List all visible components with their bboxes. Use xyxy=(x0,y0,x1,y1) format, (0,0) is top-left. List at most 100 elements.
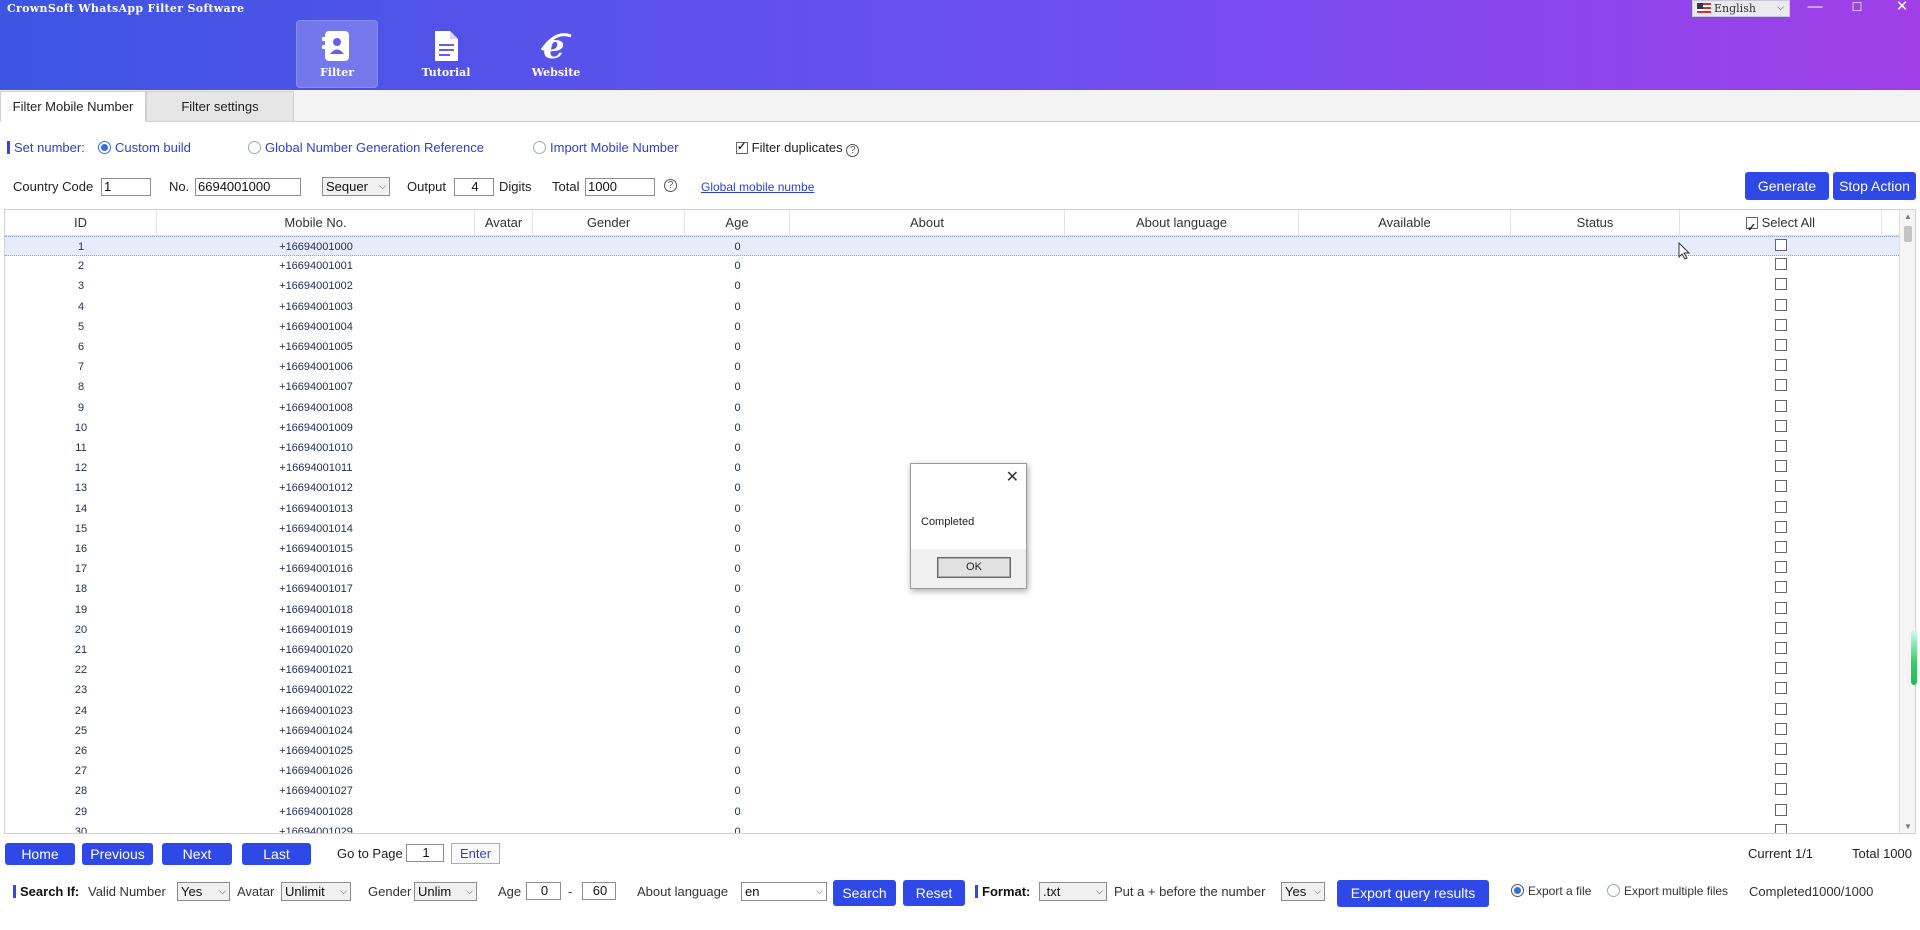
global-mobile-link[interactable]: Global mobile numbe xyxy=(701,180,814,194)
plus-prefix-select[interactable]: Yes ⌵ xyxy=(1281,882,1325,901)
row-checkbox[interactable] xyxy=(1775,239,1787,251)
row-checkbox[interactable] xyxy=(1775,621,1787,634)
table-row[interactable]: 20 +16694001019 0 xyxy=(5,620,1901,640)
export-file-radio[interactable]: Export a file xyxy=(1511,884,1591,898)
country-code-input[interactable]: 1 xyxy=(101,178,151,196)
export-multiple-radio[interactable]: Export multiple files xyxy=(1607,884,1728,898)
row-checkbox[interactable] xyxy=(1775,318,1787,331)
next-button[interactable]: Next xyxy=(162,843,232,865)
generate-button[interactable]: Generate xyxy=(1745,172,1829,200)
nav-tutorial-button[interactable]: Tutorial xyxy=(405,20,487,88)
format-select[interactable]: .txt ⌵ xyxy=(1039,882,1107,901)
table-row[interactable]: 21 +16694001020 0 xyxy=(5,640,1901,660)
col-status[interactable]: Status xyxy=(1511,210,1680,236)
col-select-all[interactable]: Select All xyxy=(1680,210,1882,241)
row-checkbox[interactable] xyxy=(1775,823,1787,833)
export-query-results-button[interactable]: Export query results xyxy=(1337,880,1489,907)
col-mobile[interactable]: Mobile No. xyxy=(157,210,475,236)
row-checkbox[interactable] xyxy=(1775,500,1787,513)
table-row[interactable]: 25 +16694001024 0 xyxy=(5,721,1901,741)
row-checkbox[interactable] xyxy=(1775,642,1787,654)
row-checkbox[interactable] xyxy=(1775,278,1787,291)
row-checkbox[interactable] xyxy=(1775,419,1787,432)
table-row[interactable]: 26 +16694001025 0 xyxy=(5,741,1901,761)
row-checkbox[interactable] xyxy=(1775,258,1787,271)
radio-global-reference[interactable]: Global Number Generation Reference xyxy=(248,140,484,155)
row-checkbox[interactable] xyxy=(1775,702,1787,715)
row-checkbox[interactable] xyxy=(1775,339,1787,351)
language-select[interactable]: English ⌵ xyxy=(1692,0,1790,17)
table-row[interactable]: 24 +16694001023 0 xyxy=(5,701,1901,721)
table-row[interactable]: 27 +16694001026 0 xyxy=(5,761,1901,781)
row-checkbox[interactable] xyxy=(1775,662,1787,675)
row-checkbox[interactable] xyxy=(1775,743,1787,755)
gender-select[interactable]: Unlim ⌵ xyxy=(414,882,477,901)
table-row[interactable]: 29 +16694001028 0 xyxy=(5,802,1901,822)
nav-website-button[interactable]: e Website xyxy=(515,20,597,88)
nav-filter-button[interactable]: Filter xyxy=(296,20,378,88)
table-row[interactable]: 1 +16694001000 0 xyxy=(5,236,1901,257)
help-icon[interactable]: ? xyxy=(664,179,677,192)
scroll-up-icon[interactable]: ▲ xyxy=(1900,212,1915,221)
table-row[interactable]: 10 +16694001009 0 xyxy=(5,418,1901,438)
previous-button[interactable]: Previous xyxy=(82,843,153,865)
age-min-input[interactable]: 0 xyxy=(526,882,561,900)
row-checkbox[interactable] xyxy=(1775,460,1787,473)
dialog-close-icon[interactable]: ✕ xyxy=(1006,467,1019,487)
scroll-thumb[interactable] xyxy=(1904,226,1912,242)
table-row[interactable]: 9 +16694001008 0 xyxy=(5,398,1901,418)
dialog-ok-button[interactable]: OK xyxy=(937,557,1011,578)
table-row[interactable]: 30 +16694001029 0 xyxy=(5,822,1901,833)
table-row[interactable]: 23 +16694001022 0 xyxy=(5,680,1901,700)
row-checkbox[interactable] xyxy=(1775,581,1787,594)
radio-import-mobile[interactable]: Import Mobile Number xyxy=(533,140,679,155)
tab-filter-settings[interactable]: Filter settings xyxy=(146,91,294,122)
search-button[interactable]: Search xyxy=(833,880,896,906)
age-max-input[interactable]: 60 xyxy=(582,882,616,900)
row-checkbox[interactable] xyxy=(1775,682,1787,695)
col-about[interactable]: About xyxy=(790,210,1065,236)
table-row[interactable]: 8 +16694001007 0 xyxy=(5,377,1901,397)
select-all-checkbox[interactable] xyxy=(1745,215,1758,241)
table-row[interactable]: 19 +16694001018 0 xyxy=(5,600,1901,620)
col-age[interactable]: Age xyxy=(685,210,790,236)
row-checkbox[interactable] xyxy=(1775,541,1787,553)
stop-action-button[interactable]: Stop Action xyxy=(1833,172,1916,200)
last-button[interactable]: Last xyxy=(242,843,311,865)
total-input[interactable]: 1000 xyxy=(585,178,655,196)
avatar-select[interactable]: Unlimit ⌵ xyxy=(281,882,351,901)
mode-select[interactable]: Sequer ⌵ xyxy=(322,177,390,196)
table-row[interactable]: 6 +16694001005 0 xyxy=(5,337,1901,357)
table-row[interactable]: 4 +16694001003 0 xyxy=(5,297,1901,317)
table-row[interactable]: 7 +16694001006 0 xyxy=(5,357,1901,377)
table-row[interactable]: 2 +16694001001 0 xyxy=(5,256,1901,276)
row-checkbox[interactable] xyxy=(1775,520,1787,533)
number-input[interactable]: 6694001000 xyxy=(195,178,301,196)
vertical-scrollbar[interactable]: ▲ ▼ xyxy=(1899,210,1915,833)
row-checkbox[interactable] xyxy=(1775,480,1787,493)
table-row[interactable]: 3 +16694001002 0 xyxy=(5,276,1901,296)
row-checkbox[interactable] xyxy=(1775,440,1787,452)
row-checkbox[interactable] xyxy=(1775,722,1787,735)
row-checkbox[interactable] xyxy=(1775,783,1787,796)
table-row[interactable]: 11 +16694001010 0 xyxy=(5,438,1901,458)
enter-button[interactable]: Enter xyxy=(451,843,500,864)
col-gender[interactable]: Gender xyxy=(533,210,685,236)
col-available[interactable]: Available xyxy=(1299,210,1511,236)
maximize-button[interactable]: ☐ xyxy=(1842,0,1872,14)
filter-duplicates-checkbox[interactable]: Filter duplicates ? xyxy=(736,140,860,157)
row-checkbox[interactable] xyxy=(1775,561,1787,574)
close-button[interactable]: ✕ xyxy=(1887,0,1917,14)
page-input[interactable]: 1 xyxy=(406,844,444,862)
scroll-down-icon[interactable]: ▼ xyxy=(1900,822,1915,831)
about-language-select[interactable]: en ⌵ xyxy=(741,882,827,901)
valid-number-select[interactable]: Yes ⌵ xyxy=(177,882,230,901)
help-icon[interactable]: ? xyxy=(846,144,860,157)
row-checkbox[interactable] xyxy=(1775,298,1787,311)
row-checkbox[interactable] xyxy=(1775,379,1787,392)
col-id[interactable]: ID xyxy=(5,210,157,236)
row-checkbox[interactable] xyxy=(1775,763,1787,776)
row-checkbox[interactable] xyxy=(1775,399,1787,412)
table-row[interactable]: 28 +16694001027 0 xyxy=(5,781,1901,801)
minimize-button[interactable]: — xyxy=(1800,0,1830,14)
